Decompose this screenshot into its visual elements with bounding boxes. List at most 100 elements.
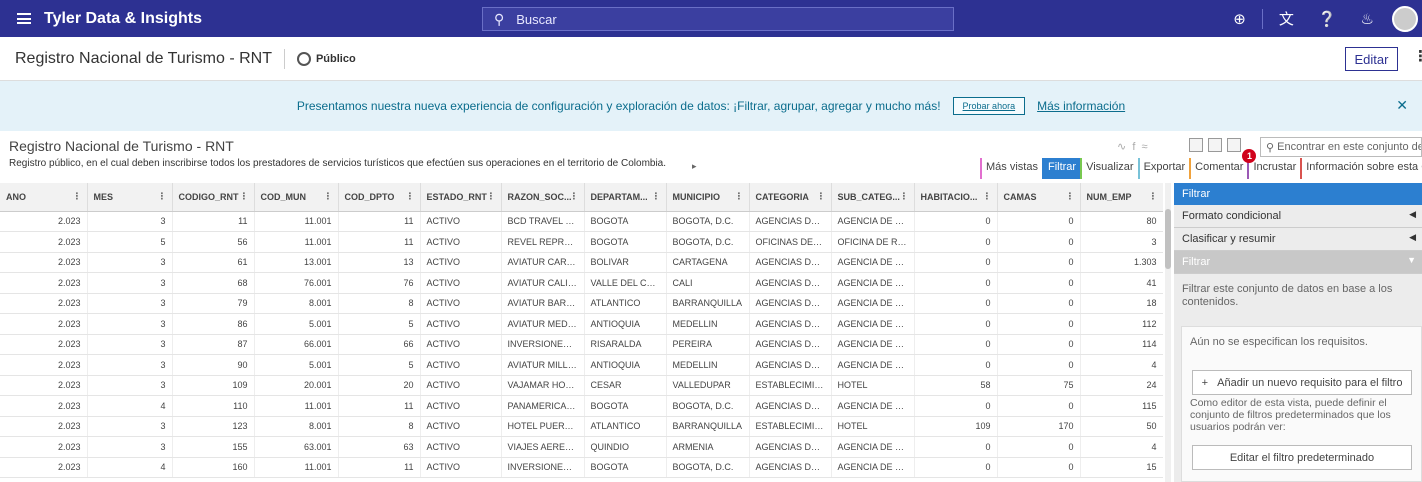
view-mode-switcher[interactable] xyxy=(1189,138,1246,152)
scrollbar-thumb[interactable] xyxy=(1165,209,1171,269)
column-menu-icon[interactable]: ⋮ xyxy=(570,191,579,202)
more-info-link[interactable]: Más información xyxy=(1037,99,1125,113)
page-view-icon[interactable] xyxy=(1227,138,1241,152)
column-menu-icon[interactable]: ⋮ xyxy=(1149,191,1158,202)
tab-comment[interactable]: Comentar xyxy=(1189,158,1247,179)
tab-more-views[interactable]: Más vistas xyxy=(980,158,1042,179)
social-share-icons[interactable]: ∿ f ≈ xyxy=(1117,140,1148,153)
table-cell: 0 xyxy=(914,211,998,232)
column-header[interactable]: MES ⋮ xyxy=(87,183,173,212)
table-row[interactable]: 2.023 4 160 11.001 11 ACTIVO INVERSIONES C... B… xyxy=(0,457,1163,478)
column-header-label: COD_MUN xyxy=(260,191,307,202)
table-cell: 3 xyxy=(87,334,173,355)
column-menu-icon[interactable]: ⋮ xyxy=(406,191,415,202)
column-menu-icon[interactable]: ⋮ xyxy=(240,191,249,202)
column-menu-icon[interactable]: ⋮ xyxy=(652,191,661,202)
more-options-icon[interactable]: ⋮ xyxy=(1413,47,1422,65)
column-header[interactable]: HABITACIO... ⋮ xyxy=(914,183,998,212)
edit-default-filter-button[interactable]: Editar el filtro predeterminado xyxy=(1192,445,1412,470)
column-header[interactable]: ESTADO_RNT ⋮ xyxy=(420,183,502,212)
column-menu-icon[interactable]: ⋮ xyxy=(983,191,992,202)
table-row[interactable]: 2.023 3 61 13.001 13 ACTIVO AVIATUR CARTA... BO… xyxy=(0,252,1163,273)
table-cell: 79 xyxy=(172,293,255,314)
column-menu-icon[interactable]: ⋮ xyxy=(487,191,496,202)
edit-button[interactable]: Editar xyxy=(1345,47,1398,71)
table-cell: 3 xyxy=(87,293,173,314)
column-header[interactable]: MUNICIPIO ⋮ xyxy=(666,183,750,212)
column-header[interactable]: RAZON_SOC... ⋮ xyxy=(501,183,585,212)
section-sort-summarize[interactable]: Clasificar y resumir ◀ xyxy=(1174,228,1422,251)
section-conditional-format[interactable]: Formato condicional ◀ xyxy=(1174,205,1422,228)
column-menu-icon[interactable]: ⋮ xyxy=(817,191,826,202)
table-row[interactable]: 2.023 5 56 11.001 11 ACTIVO REVEL REPRESE... BO… xyxy=(0,231,1163,253)
table-cell: 3 xyxy=(87,252,173,273)
table-cell: PANAMERICANA... xyxy=(501,395,585,417)
visibility-badge: Público xyxy=(296,51,356,66)
help-icon[interactable]: ❔ xyxy=(1318,10,1337,28)
find-in-dataset-input[interactable]: ⚲ Encontrar en este conjunto de xyxy=(1260,137,1422,157)
table-row[interactable]: 2.023 3 87 66.001 66 ACTIVO INVERSIONES AE... R… xyxy=(0,334,1163,355)
column-header[interactable]: DEPARTAM... ⋮ xyxy=(584,183,667,212)
translate-icon[interactable]: 文 xyxy=(1279,8,1294,29)
column-header[interactable]: CODIGO_RNT ⋮ xyxy=(172,183,255,212)
table-cell: 8 xyxy=(338,416,421,437)
search-input[interactable]: ⚲ Buscar xyxy=(482,7,954,31)
table-row[interactable]: 2.023 3 123 8.001 8 ACTIVO HOTEL PUERTA ... ATL… xyxy=(0,416,1163,437)
table-row[interactable]: 2.023 3 109 20.001 20 ACTIVO VAJAMAR HOTEL CESA… xyxy=(0,375,1163,396)
column-menu-icon[interactable]: ⋮ xyxy=(735,191,744,202)
column-menu-icon[interactable]: ⋮ xyxy=(900,191,909,202)
table-cell: 2.023 xyxy=(0,293,88,314)
tab-visualize[interactable]: Visualizar xyxy=(1080,158,1138,179)
column-header[interactable]: NUM_EMP ⋮ xyxy=(1080,183,1163,212)
column-header-label: RAZON_SOC... xyxy=(507,191,572,202)
split-view-icon[interactable] xyxy=(1208,138,1222,152)
tab-filter[interactable]: Filtrar xyxy=(1041,158,1081,179)
table-cell: AGENCIAS DE VI... xyxy=(749,436,832,458)
tab-embed[interactable]: 1 Incrustar xyxy=(1242,149,1300,179)
try-now-button[interactable]: Probar ahora xyxy=(952,97,1026,115)
table-cell: 3 xyxy=(87,211,173,232)
table-cell: ATLANTICO xyxy=(584,416,667,437)
table-cell: 5 xyxy=(338,313,421,335)
column-header[interactable]: CAMAS ⋮ xyxy=(997,183,1081,212)
bell-icon[interactable]: ♨ xyxy=(1361,10,1374,28)
table-row[interactable]: 2.023 4 110 11.001 11 ACTIVO PANAMERICANA... BO… xyxy=(0,395,1163,417)
search-placeholder: Buscar xyxy=(516,11,557,27)
column-header[interactable]: SUB_CATEG... ⋮ xyxy=(831,183,915,212)
column-header[interactable]: ANO ⋮ xyxy=(0,183,88,212)
table-cell: REVEL REPRESE... xyxy=(501,231,585,253)
table-row[interactable]: 2.023 3 68 76.001 76 ACTIVO AVIATUR CALI L... V… xyxy=(0,272,1163,294)
table-view-icon[interactable] xyxy=(1189,138,1203,152)
table-cell: AVIATUR CALI L... xyxy=(501,272,585,294)
column-header[interactable]: COD_MUN ⋮ xyxy=(254,183,339,212)
section-filter[interactable]: Filtrar ▼ xyxy=(1174,251,1422,274)
column-header-label: CAMAS xyxy=(1003,191,1037,202)
table-row[interactable]: 2.023 3 155 63.001 63 ACTIVO VIAJES AEREOS ...… xyxy=(0,436,1163,458)
table-cell: 2.023 xyxy=(0,252,88,273)
column-header[interactable]: CATEGORIA ⋮ xyxy=(749,183,832,212)
table-row[interactable]: 2.023 3 90 5.001 5 ACTIVO AVIATUR MILLA ... ANT… xyxy=(0,354,1163,376)
table-cell: 170 xyxy=(997,416,1081,437)
tab-export[interactable]: Exportar xyxy=(1137,158,1190,179)
table-cell: AGENCIAS DE VI... xyxy=(749,252,832,273)
chevron-right-icon[interactable]: ▸ xyxy=(692,161,697,172)
grid-scrollbar[interactable] xyxy=(1165,183,1171,482)
table-row[interactable]: 2.023 3 11 11.001 11 ACTIVO BCD TRAVEL OFI... B… xyxy=(0,211,1163,232)
column-menu-icon[interactable]: ⋮ xyxy=(324,191,333,202)
table-cell: AGENCIA DE VIA... xyxy=(831,293,915,314)
column-menu-icon[interactable]: ⋮ xyxy=(158,191,167,202)
tab-about[interactable]: Información sobre esta Categoría xyxy=(1300,158,1422,179)
column-menu-icon[interactable]: ⋮ xyxy=(1066,191,1075,202)
avatar[interactable] xyxy=(1392,5,1418,32)
brand-name[interactable]: Tyler Data & Insights xyxy=(44,10,202,28)
plus-circle-icon[interactable]: ⊕ xyxy=(1233,10,1246,28)
add-filter-requirement-button[interactable]: + Añadir un nuevo requisito para el filt… xyxy=(1192,370,1412,395)
no-requirements-text: Aún no se especifican los requisitos. xyxy=(1190,336,1368,348)
column-menu-icon[interactable]: ⋮ xyxy=(73,191,82,202)
menu-icon[interactable] xyxy=(17,13,31,24)
column-header[interactable]: COD_DPTO ⋮ xyxy=(338,183,421,212)
close-icon[interactable]: ✕ xyxy=(1396,97,1408,114)
table-row[interactable]: 2.023 3 79 8.001 8 ACTIVO AVIATUR BARRA... ATLA… xyxy=(0,293,1163,314)
table-row[interactable]: 2.023 3 86 5.001 5 ACTIVO AVIATUR MEDEL... ANTI… xyxy=(0,313,1163,335)
table-cell: AVIATUR MILLA ... xyxy=(501,354,585,376)
